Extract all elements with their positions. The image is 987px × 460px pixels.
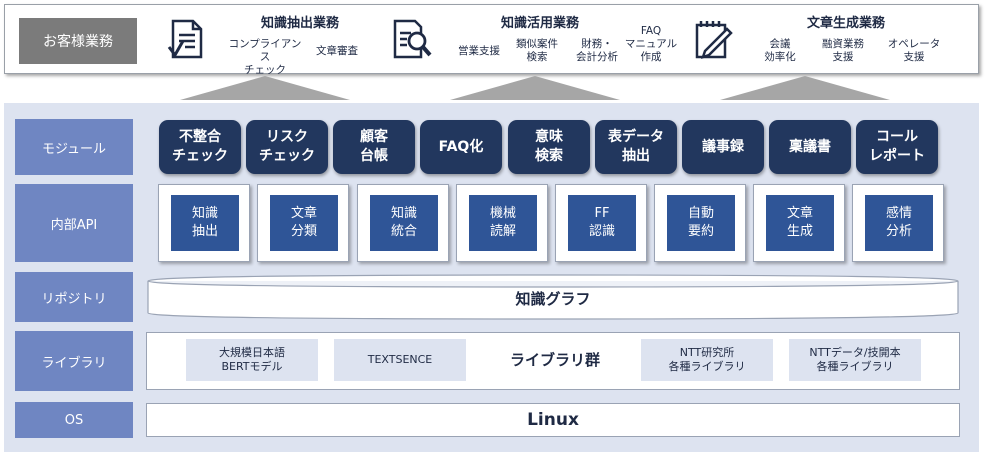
module-item: 表データ 抽出 <box>595 120 677 174</box>
connector-arrow <box>180 76 350 100</box>
business-title: 知識抽出業務 <box>260 16 339 31</box>
module-item: 議事録 <box>682 120 764 174</box>
business-sub-item: 営業支援 <box>458 45 500 57</box>
api-item: 文章 生成 <box>766 195 834 251</box>
api-item: 知識 抽出 <box>171 195 239 251</box>
business-sub-item: 会議 効率化 <box>764 38 796 63</box>
layer-label-api: 内部API <box>15 184 133 262</box>
business-knowledge-extraction: 知識抽出業務 コンプライアンス チェック 文章審査 <box>165 5 385 76</box>
module-item: 意味 検索 <box>508 120 590 174</box>
business-text-generation: 文章生成業務 会議 効率化 融資業務 支援 オペレータ 支援 <box>687 5 977 75</box>
business-sub-item: 財務・ 会計分析 <box>576 38 618 63</box>
customer-business-label: お客様業務 <box>19 18 137 64</box>
api-card: 知識 抽出 <box>158 184 250 262</box>
business-title: 知識活用業務 <box>500 16 579 31</box>
business-sub-item: コンプライアンス チェック <box>228 38 302 76</box>
business-sub-item: 類似案件 検索 <box>516 38 558 63</box>
business-sub-item: FAQ マニュアル 作成 <box>624 25 678 63</box>
api-card: 知識 統合 <box>357 184 449 262</box>
api-item: 自動 要約 <box>667 195 735 251</box>
api-item: 機械 読解 <box>469 195 537 251</box>
module-item: FAQ化 <box>420 120 502 174</box>
pen-writing-icon <box>695 21 733 59</box>
api-card: 文章 生成 <box>753 184 845 262</box>
business-title: 文章生成業務 <box>806 16 885 31</box>
library-item: TEXTSENCE <box>334 339 466 381</box>
api-card: FF 認識 <box>555 184 647 262</box>
api-item: 文章 分類 <box>270 195 338 251</box>
business-bar: お客様業務 知識抽出業務 コンプライアンス チェック 文章審査 知識活用業務 営… <box>4 4 979 76</box>
api-item: FF 認識 <box>568 195 636 251</box>
business-knowledge-utilization: 知識活用業務 営業支援 類似案件 検索 財務・ 会計分析 FAQ マニュアル 作… <box>385 5 685 75</box>
api-card: 自動 要約 <box>654 184 746 262</box>
business-sub-item: オペレータ 支援 <box>887 38 941 63</box>
layer-label-module: モジュール <box>15 119 133 175</box>
layer-label-os: OS <box>15 402 133 438</box>
module-item: リスク チェック <box>246 120 328 174</box>
library-item: NTTデータ/技開本 各種ライブラリ <box>789 339 921 381</box>
module-item: コール レポート <box>856 120 938 174</box>
library-item: NTT研究所 各種ライブラリ <box>641 339 773 381</box>
api-item: 感情 分析 <box>865 195 933 251</box>
connector-arrow <box>450 76 620 100</box>
layer-label-repository: リポジトリ <box>15 272 133 322</box>
module-item: 稟議書 <box>769 120 851 174</box>
business-sub-item: 文章審査 <box>316 45 358 57</box>
connector-arrow <box>720 76 890 100</box>
module-item: 顧客 台帳 <box>333 120 415 174</box>
repository-label: 知識グラフ <box>515 290 591 308</box>
os-label: Linux <box>146 403 960 437</box>
library-group-label: ライブラリ群 <box>509 351 600 369</box>
api-card: 感情 分析 <box>852 184 944 262</box>
api-item: 知識 統合 <box>370 195 438 251</box>
document-search-icon <box>393 19 432 59</box>
module-item: 不整合 チェック <box>159 120 241 174</box>
document-check-icon <box>167 19 203 59</box>
layer-label-library: ライブラリ <box>15 331 133 391</box>
api-card: 機械 読解 <box>456 184 548 262</box>
business-sub-item: 融資業務 支援 <box>822 38 864 63</box>
library-item: 大規模日本語 BERTモデル <box>186 339 318 381</box>
api-card: 文章 分類 <box>257 184 349 262</box>
